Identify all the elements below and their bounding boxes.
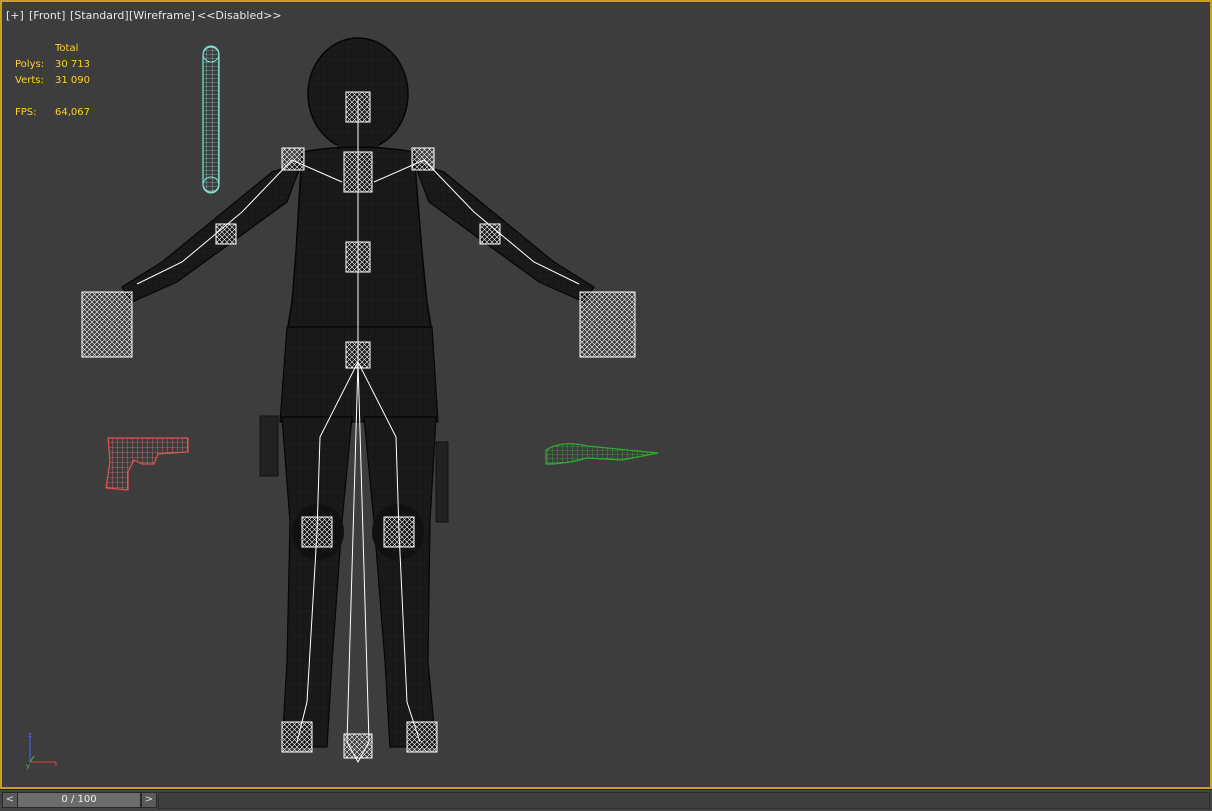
verts-value: 31 090	[55, 75, 90, 86]
viewport-plus-menu[interactable]: [+]	[6, 9, 24, 22]
pistol[interactable]	[105, 437, 189, 491]
polys-value: 30 713	[55, 59, 90, 70]
viewport-scene[interactable]	[2, 2, 1210, 787]
viewport-view-menu[interactable]: [Front]	[29, 9, 65, 22]
viewport-disabled-menu[interactable]: <<Disabled>>	[197, 9, 282, 22]
time-slider[interactable]: 0 / 100	[17, 792, 141, 808]
z-axis-label: z	[28, 731, 32, 739]
axis-gizmo: z x y	[26, 731, 58, 770]
polys-label: Polys:	[15, 59, 45, 70]
verts-label: Verts:	[15, 75, 44, 86]
y-axis-line	[29, 755, 35, 763]
y-axis-label: y	[26, 762, 30, 770]
next-frame-button[interactable]: >	[141, 792, 157, 808]
knife[interactable]	[545, 443, 659, 465]
viewport-display-menu[interactable]: [Wireframe]	[129, 9, 195, 22]
bone-capsule[interactable]	[202, 45, 220, 194]
x-axis-label: x	[54, 760, 58, 768]
skeleton-bones[interactable]	[81, 91, 636, 764]
time-slider-bar: < 0 / 100 >	[0, 789, 1212, 811]
fps-label: FPS:	[15, 107, 37, 118]
stats-header: Total	[55, 43, 79, 54]
front-viewport[interactable]: [+] [Front] [Standard] [Wireframe] <<Dis…	[0, 0, 1212, 789]
timeline-track[interactable]	[158, 792, 1210, 809]
fps-value: 64,067	[55, 107, 90, 118]
viewport-shading-menu[interactable]: [Standard]	[70, 9, 129, 22]
prev-frame-button[interactable]: <	[2, 792, 18, 808]
